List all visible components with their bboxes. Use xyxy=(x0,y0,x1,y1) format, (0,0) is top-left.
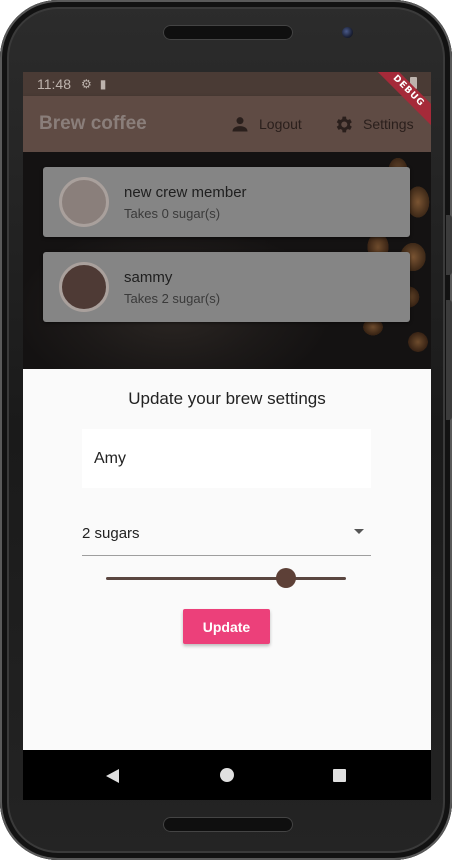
name-input[interactable] xyxy=(82,429,371,488)
avatar xyxy=(59,177,109,227)
logout-label: Logout xyxy=(259,116,302,132)
home-icon[interactable] xyxy=(220,768,234,782)
android-nav-bar xyxy=(23,750,431,800)
recents-icon[interactable] xyxy=(333,769,346,782)
logout-button[interactable]: Logout xyxy=(230,114,302,134)
gear-icon xyxy=(336,116,352,132)
coffee-background: new crew member Takes 0 sugar(s) sammy T… xyxy=(23,152,431,369)
sugars-dropdown-value: 2 sugars xyxy=(82,525,140,542)
volume-button xyxy=(446,215,452,275)
person-icon xyxy=(232,117,248,132)
app-title: Brew coffee xyxy=(39,113,147,134)
slider-thumb[interactable] xyxy=(276,568,296,588)
status-bar: 11:48 ⚙ ▮ xyxy=(23,72,431,96)
update-button[interactable]: Update xyxy=(183,609,270,644)
app-bar: Brew coffee Logout Settings xyxy=(23,96,431,152)
sim-status-icon: ▮ xyxy=(99,77,107,91)
back-icon[interactable] xyxy=(106,769,119,783)
sugars-dropdown[interactable]: 2 sugars xyxy=(82,512,371,556)
settings-sheet: Update your brew settings 2 sugars Updat… xyxy=(23,369,431,750)
strength-slider[interactable] xyxy=(106,566,348,590)
status-time: 11:48 xyxy=(37,76,71,92)
crew-name: new crew member xyxy=(124,184,247,201)
slider-track xyxy=(106,577,346,580)
phone-frame: 11:48 ⚙ ▮ Brew coffee Logout Settings DE… xyxy=(0,0,452,860)
dropdown-caret-icon xyxy=(354,529,364,534)
sheet-title: Update your brew settings xyxy=(128,389,326,408)
crew-card[interactable]: new crew member Takes 0 sugar(s) xyxy=(43,167,410,237)
bottom-speaker xyxy=(163,817,293,832)
settings-label: Settings xyxy=(363,116,414,132)
crew-name: sammy xyxy=(124,269,173,286)
power-button xyxy=(446,300,452,420)
screen: 11:48 ⚙ ▮ Brew coffee Logout Settings DE… xyxy=(23,72,431,800)
front-camera xyxy=(342,27,353,38)
gear-status-icon: ⚙ xyxy=(81,77,92,91)
crew-card[interactable]: sammy Takes 2 sugar(s) xyxy=(43,252,410,322)
crew-sugars: Takes 2 sugar(s) xyxy=(124,291,221,306)
settings-button[interactable]: Settings xyxy=(333,114,414,135)
avatar xyxy=(59,262,109,312)
crew-sugars: Takes 0 sugar(s) xyxy=(124,206,221,221)
top-speaker xyxy=(163,25,293,40)
